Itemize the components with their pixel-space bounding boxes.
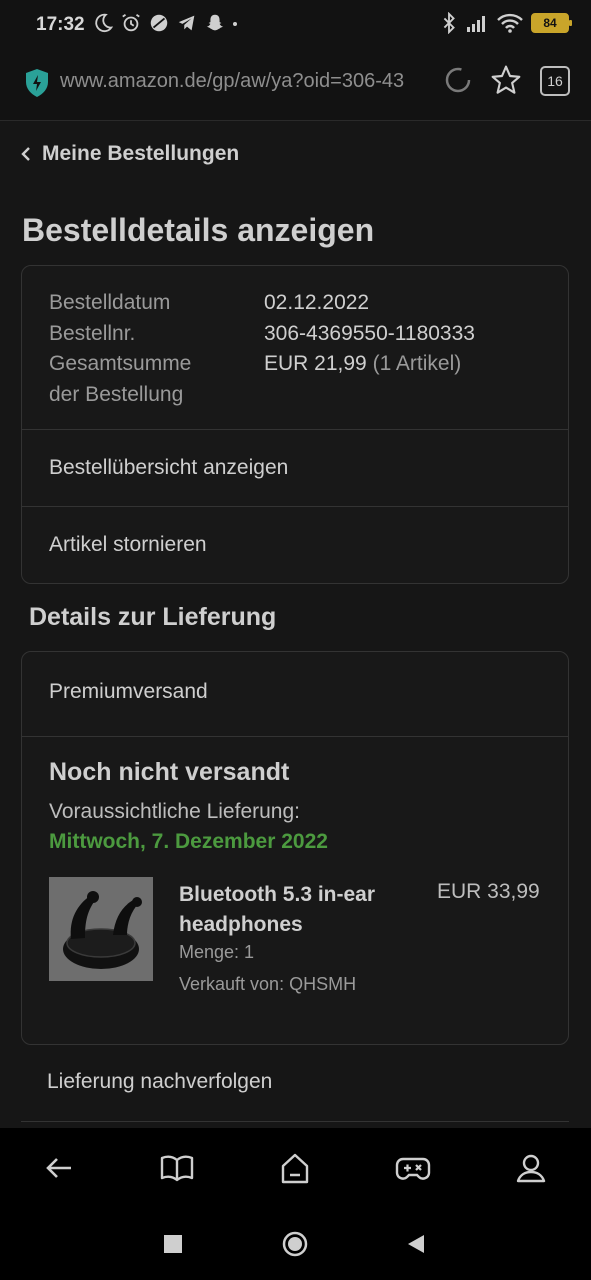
product-image[interactable] (49, 877, 153, 981)
recent-apps-icon[interactable] (163, 1234, 183, 1254)
page-title: Bestelldetails anzeigen (22, 212, 375, 248)
home-button-icon[interactable] (282, 1231, 308, 1257)
telegram-icon (178, 15, 195, 31)
signal-icon (467, 16, 485, 32)
delivery-section-title: Details zur Lieferung (29, 603, 277, 631)
product-quantity: Menge: 1 (179, 942, 255, 962)
status-bar: 17:32 84 (0, 0, 591, 50)
bookmark-star-icon[interactable] (490, 64, 522, 96)
product-title[interactable]: Bluetooth 5.3 in-ear headphones (179, 880, 419, 940)
battery-indicator: 84 (531, 13, 572, 33)
cancel-items-link[interactable]: Artikel stornieren (22, 506, 568, 583)
delivery-estimate-label: Voraussichtliche Lieferung: (49, 800, 300, 823)
bookmarks-book-icon[interactable] (159, 1150, 195, 1186)
earbuds-icon (49, 877, 153, 981)
order-date-label: Bestelldatum (49, 291, 171, 314)
delivery-card: Premiumversand Noch nicht versandt Vorau… (21, 651, 569, 1045)
view-order-summary-link[interactable]: Bestellübersicht anzeigen (22, 429, 568, 506)
dot-icon (233, 22, 237, 26)
address-bar[interactable]: www.amazon.de/gp/aw/ya?oid=306-43 (60, 70, 425, 93)
product-price: EUR 33,99 (437, 880, 540, 903)
order-total-label: Gesamtsumme der Bestellung (49, 352, 192, 406)
moon-icon (95, 13, 114, 33)
reload-icon[interactable] (444, 66, 472, 94)
order-summary-card: Bestelldatum 02.12.2022 Bestellnr. 306-436… (21, 265, 569, 584)
wifi-icon (497, 13, 523, 33)
browser-toolbar: www.amazon.de/gp/aw/ya?oid=306-43 16 (0, 50, 591, 121)
tab-switcher-button[interactable]: 16 (540, 66, 570, 96)
order-number-label: Bestellnr. (49, 321, 136, 345)
alarm-icon (122, 13, 140, 32)
app-icon (150, 14, 168, 32)
shipment-status: Noch nicht versandt (49, 758, 290, 786)
order-info: Bestelldatum 02.12.2022 Bestellnr. 306-436… (49, 288, 475, 410)
snapchat-icon (206, 14, 224, 31)
order-date-value: 02.12.2022 (264, 291, 370, 314)
system-indicators: 84 (441, 12, 572, 34)
product-seller: Verkauft von: QHSMH (179, 974, 357, 994)
track-delivery-link[interactable]: Lieferung nachverfolgen (21, 1046, 569, 1122)
back-link-label: Meine Bestellungen (42, 142, 240, 165)
back-button-icon[interactable] (406, 1234, 426, 1254)
system-nav-bar (0, 1208, 591, 1280)
browser-bottom-nav (0, 1128, 591, 1208)
divider (22, 736, 568, 737)
home-icon[interactable] (277, 1150, 313, 1186)
delivery-estimate-date: Mittwoch, 7. Dezember 2022 (49, 830, 328, 853)
order-item-count: (1 Artikel) (372, 352, 462, 375)
notification-icons (92, 12, 238, 34)
bluetooth-icon (443, 12, 455, 34)
shipping-method: Premiumversand (49, 680, 208, 703)
back-arrow-icon[interactable] (41, 1150, 77, 1186)
order-number-value: 306-4369550-1180333 (264, 321, 475, 345)
clock: 17:32 (36, 14, 85, 35)
back-to-orders-link[interactable]: Meine Bestellungen (20, 142, 239, 166)
order-total-value: EUR 21,99 (1 Artikel) (264, 352, 462, 375)
gamepad-icon[interactable] (395, 1150, 431, 1186)
chevron-left-icon (21, 147, 30, 161)
shield-icon[interactable] (24, 68, 50, 98)
profile-icon[interactable] (513, 1150, 549, 1186)
